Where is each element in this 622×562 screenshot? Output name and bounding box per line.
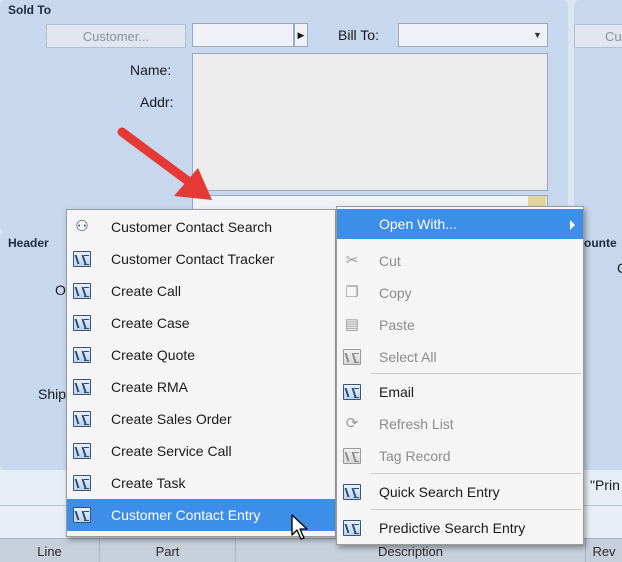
combo-arrow-icon[interactable]: ▶ <box>294 23 308 47</box>
binoculars-icon: ⚇ <box>75 218 89 235</box>
menu-item-refresh-list[interactable]: ⟳ Refresh List <box>337 408 583 440</box>
header-title: Header <box>8 236 49 250</box>
customer-button-right[interactable]: Cu <box>574 24 622 48</box>
annotation-arrow-icon <box>117 127 212 200</box>
menu-item-quick-search-entry[interactable]: Quick Search Entry <box>337 476 583 508</box>
ship-label: Ship <box>38 386 67 402</box>
menu-item-create-call[interactable]: Create Call <box>67 275 335 307</box>
form-icon <box>73 507 91 523</box>
header-label-o: O <box>55 282 66 298</box>
form-icon <box>73 315 91 331</box>
form-icon <box>343 384 361 400</box>
refresh-icon: ⟳ <box>345 415 359 432</box>
counter-title: ounte <box>584 236 617 250</box>
form-icon <box>343 520 361 536</box>
mouse-pointer-icon <box>291 514 308 540</box>
form-icon <box>73 251 91 267</box>
menu-item-open-with[interactable]: Open With... <box>337 209 583 239</box>
menu-item-create-service-call[interactable]: Create Service Call <box>67 435 335 467</box>
chevron-right-icon <box>570 220 575 230</box>
menu-item-paste[interactable]: ▤ Paste <box>337 309 583 341</box>
customer-button[interactable]: Customer... <box>46 24 186 48</box>
menu-item-create-sales-order[interactable]: Create Sales Order <box>67 403 335 435</box>
form-icon <box>73 475 91 491</box>
menu-item-customer-contact-search[interactable]: ⚇ Customer Contact Search <box>67 211 335 243</box>
form-icon <box>343 349 361 365</box>
counter-label-c: C <box>617 260 622 276</box>
print-label: "Prin <box>590 477 620 493</box>
menu-item-create-case[interactable]: Create Case <box>67 307 335 339</box>
bill-to-label: Bill To: <box>338 27 379 43</box>
menu-item-tag-record[interactable]: Tag Record <box>337 440 583 472</box>
form-icon <box>73 379 91 395</box>
copy-icon: ❐ <box>345 284 359 301</box>
addr-label: Addr: <box>140 94 174 110</box>
menu-item-email[interactable]: Email <box>337 376 583 408</box>
column-header-line[interactable]: Line <box>0 539 100 562</box>
menu-item-cut[interactable]: ✂ Cut <box>337 245 583 277</box>
form-icon <box>343 484 361 500</box>
name-label: Name: <box>130 62 172 78</box>
menu-separator <box>371 373 581 374</box>
scissors-icon: ✂ <box>345 252 359 269</box>
open-with-submenu: ⚇ Customer Contact Search Customer Conta… <box>66 209 336 537</box>
customer-combo[interactable] <box>192 23 294 47</box>
form-icon <box>73 411 91 427</box>
menu-item-select-all[interactable]: Select All <box>337 341 583 373</box>
menu-item-create-rma[interactable]: Create RMA <box>67 371 335 403</box>
menu-item-predictive-search-entry[interactable]: Predictive Search Entry <box>337 512 583 544</box>
menu-separator <box>371 473 581 474</box>
menu-separator <box>371 509 581 510</box>
menu-item-create-task[interactable]: Create Task <box>67 467 335 499</box>
form-icon <box>73 283 91 299</box>
menu-item-create-quote[interactable]: Create Quote <box>67 339 335 371</box>
paste-icon: ▤ <box>344 316 360 333</box>
form-icon <box>343 448 361 464</box>
context-menu: Open With... ✂ Cut ❐ Copy ▤ Paste Select… <box>336 206 584 545</box>
form-icon <box>73 443 91 459</box>
address-textarea[interactable] <box>192 53 548 191</box>
chevron-down-icon[interactable]: ▼ <box>528 24 547 46</box>
column-header-part[interactable]: Part <box>100 539 236 562</box>
form-icon <box>73 347 91 363</box>
column-header-rev[interactable]: Rev <box>586 539 622 562</box>
menu-item-customer-contact-tracker[interactable]: Customer Contact Tracker <box>67 243 335 275</box>
bill-to-combo[interactable] <box>398 23 548 47</box>
menu-item-copy[interactable]: ❐ Copy <box>337 277 583 309</box>
sold-to-title: Sold To <box>8 3 52 17</box>
